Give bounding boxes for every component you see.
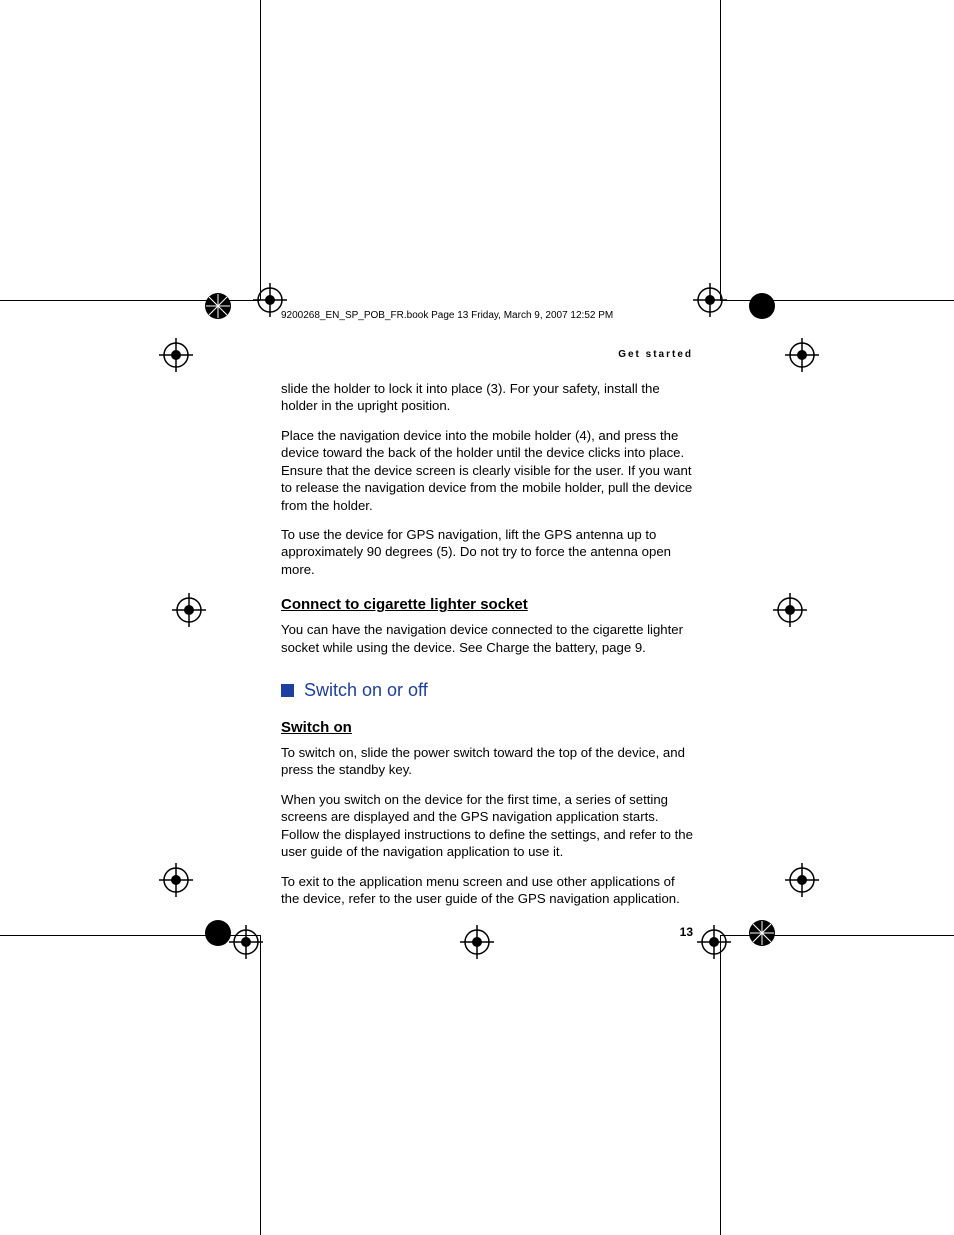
section-bullet-icon [281,684,294,697]
body-paragraph: slide the holder to lock it into place (… [281,380,693,415]
pdf-header-line: 9200268_EN_SP_POB_FR.book Page 13 Friday… [281,310,693,321]
body-paragraph: When you switch on the device for the fi… [281,791,693,861]
registration-mark-icon [773,593,807,627]
body-paragraph: To use the device for GPS navigation, li… [281,526,693,578]
registration-mark-icon [693,283,727,317]
page-number: 13 [281,925,693,939]
crop-line [720,0,721,300]
body-paragraph: To switch on, slide the power switch tow… [281,744,693,779]
section-heading-row: Switch on or off [281,680,693,701]
registration-mark-icon [172,593,206,627]
running-head: Get started [281,349,693,360]
corner-disc-icon [203,291,233,321]
section-heading: Switch on or off [304,680,428,701]
corner-disc-icon [747,918,777,948]
body-paragraph: You can have the navigation device conne… [281,621,693,656]
registration-mark-icon [785,863,819,897]
registration-mark-icon [159,863,193,897]
registration-mark-icon [159,338,193,372]
body-paragraph: Place the navigation device into the mob… [281,427,693,514]
crop-line [260,935,261,1235]
body-paragraph: To exit to the application menu screen a… [281,873,693,908]
crop-line [260,0,261,300]
registration-mark-icon [785,338,819,372]
subheading-connect: Connect to cigarette lighter socket [281,596,693,613]
crop-line [720,935,721,1235]
page-content: 9200268_EN_SP_POB_FR.book Page 13 Friday… [281,310,693,939]
corner-disc-icon [747,291,777,321]
subheading-switch-on: Switch on [281,719,693,736]
registration-mark-icon [229,925,263,959]
registration-mark-icon [697,925,731,959]
